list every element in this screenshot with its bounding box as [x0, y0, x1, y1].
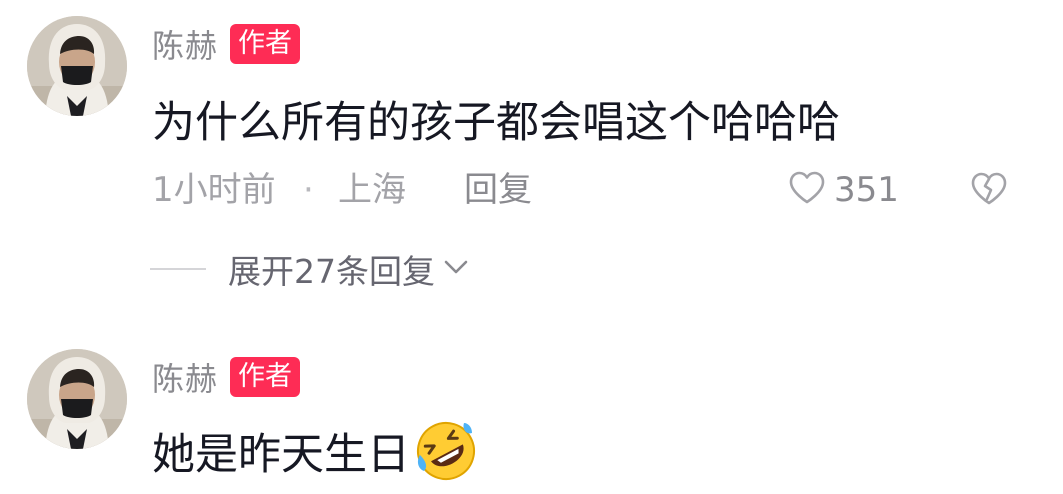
rolling-on-floor-laughing-icon — [414, 419, 478, 483]
comment-text: 她是昨天生日 — [152, 419, 478, 483]
like-button[interactable]: 351 — [788, 168, 899, 212]
author-row: 陈赫 作者 — [152, 354, 301, 400]
comment-meta: 1小时前 · 上海 回复 351 — [152, 168, 1022, 212]
broken-heart-icon[interactable] — [970, 172, 1008, 210]
author-name[interactable]: 陈赫 — [152, 354, 218, 400]
reply-button[interactable]: 回复 — [464, 168, 532, 212]
comment-item: 陈赫 作者 为什么所有的孩子都会唱这个哈哈哈 1小时前 · 上海 回复 351 … — [0, 0, 1063, 330]
comment-location: 上海 — [338, 170, 406, 210]
avatar[interactable] — [27, 16, 127, 116]
chevron-down-icon — [443, 258, 469, 280]
expand-replies-button[interactable]: 展开27条回复 — [150, 244, 469, 294]
heart-icon — [788, 171, 826, 209]
author-name[interactable]: 陈赫 — [152, 21, 218, 67]
comment-item: 陈赫 作者 她是昨天生日 — [0, 335, 1063, 480]
meta-separator: · — [303, 170, 314, 210]
comment-text-content: 她是昨天生日 — [152, 430, 410, 480]
divider-line — [150, 268, 206, 270]
avatar[interactable] — [27, 349, 127, 449]
comment-text: 为什么所有的孩子都会唱这个哈哈哈 — [152, 98, 840, 148]
comment-time: 1小时前 — [152, 170, 276, 210]
author-badge: 作者 — [230, 357, 301, 397]
like-count: 351 — [834, 170, 899, 210]
author-badge: 作者 — [230, 24, 301, 64]
expand-replies-label: 展开27条回复 — [228, 252, 435, 291]
author-row: 陈赫 作者 — [152, 21, 301, 67]
